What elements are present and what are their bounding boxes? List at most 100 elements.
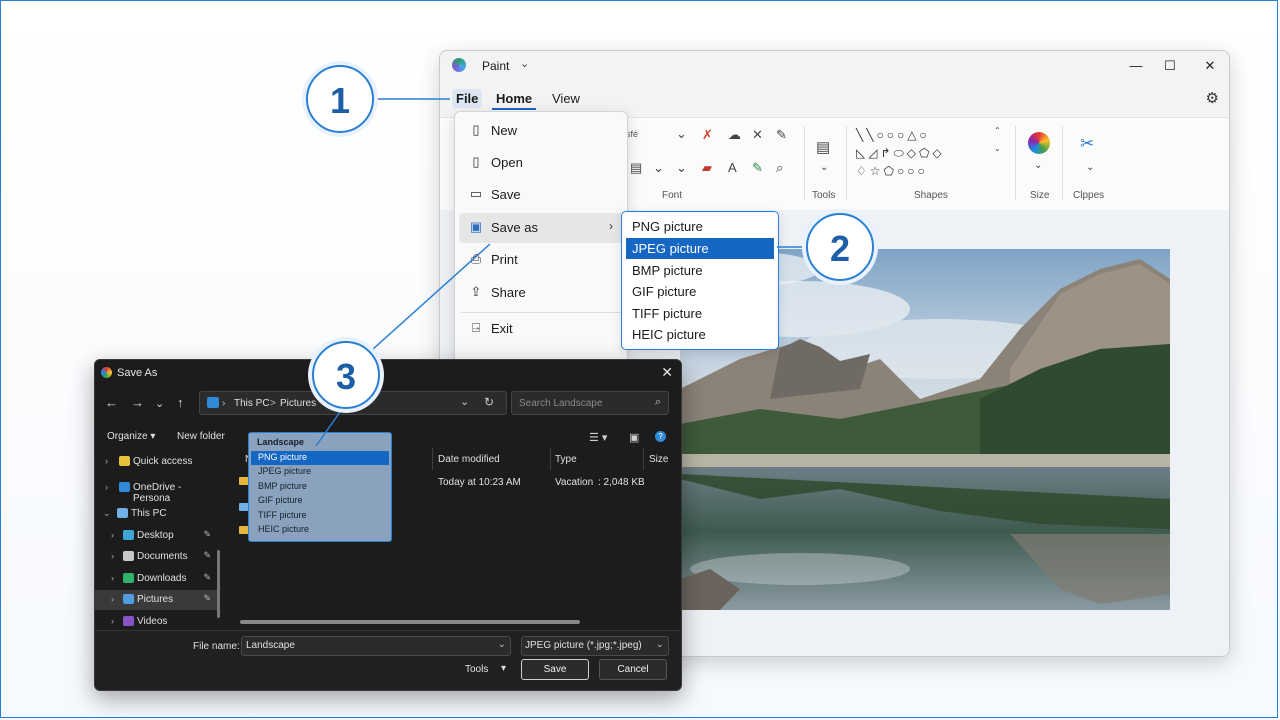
column-separator[interactable] [643, 448, 644, 470]
dropdown-heic[interactable]: HEIC picture [251, 523, 389, 537]
file-menu-open[interactable]: ▯ Open [459, 148, 623, 178]
tree-this-pc[interactable]: ⌄ This PC [95, 504, 219, 524]
address-chevron-down-icon[interactable]: ⌄ [460, 395, 469, 408]
color-picker-icon[interactable]: ✎ [752, 160, 763, 176]
file-type-select[interactable]: JPEG picture (*.jpg;*.jpeg) ⌄ [521, 636, 669, 656]
submenu-tiff[interactable]: TIFF picture [626, 303, 774, 324]
refresh-icon[interactable]: ↻ [484, 395, 494, 409]
clear-format-icon[interactable]: ✗ [702, 127, 713, 143]
search-input[interactable]: Search Landscape ⌕ [511, 391, 669, 415]
tools-chevron-down-icon[interactable]: ⌄ [820, 162, 828, 173]
minimize-icon[interactable]: — [1121, 55, 1151, 77]
close-icon[interactable]: ✕ [1195, 55, 1225, 77]
fill-icon[interactable]: ☁ [728, 127, 741, 143]
tree-quick-access[interactable]: › Quick access [95, 452, 219, 472]
text-icon[interactable]: A [728, 160, 737, 175]
menu-home[interactable]: Home [492, 89, 537, 110]
shapes-scroll-down-icon[interactable]: ⌄ [994, 144, 1001, 153]
pencil-icon[interactable]: ✎ [776, 127, 787, 143]
preview-pane-icon[interactable]: ▣ [629, 431, 639, 444]
shapes-gallery[interactable]: ╲╲○○○△○ ◺◿↱⬭◇⬠◇ ♢☆⬠○○○ [856, 126, 996, 180]
tree-desktop[interactable]: › Desktop ✎ [95, 526, 219, 546]
magnifier-icon[interactable]: ⌕ [776, 160, 783, 176]
tree-downloads[interactable]: › Downloads ✎ [95, 569, 219, 589]
chevron-right-icon[interactable]: › [105, 482, 108, 492]
menu-file[interactable]: File [452, 89, 483, 108]
tools-button[interactable]: Tools [465, 664, 488, 675]
chevron-right-icon[interactable]: › [111, 616, 114, 626]
dropdown-tiff[interactable]: TIFF picture [251, 509, 389, 523]
column-size[interactable]: Size [649, 454, 668, 465]
file-menu-save-as[interactable]: ▣ Save as › [459, 213, 623, 243]
submenu-png[interactable]: PNG picture [626, 216, 774, 237]
fill-bucket-icon[interactable]: ▰ [702, 160, 712, 176]
chevron-down-icon[interactable]: ⌄ [656, 639, 664, 650]
submenu-gif[interactable]: GIF picture [626, 281, 774, 302]
submenu-bmp[interactable]: BMP picture [626, 260, 774, 281]
clippings-chevron-down-icon[interactable]: ⌄ [1086, 162, 1094, 173]
pin-icon[interactable]: ✎ [203, 572, 211, 583]
file-name-input[interactable]: Landscape ⌄ [241, 636, 511, 656]
submenu-jpeg[interactable]: JPEG picture [626, 238, 774, 259]
dropdown-jpeg[interactable]: JPEG picture [251, 465, 389, 479]
text-box-icon[interactable]: ▤ [630, 160, 642, 176]
clipping-icon[interactable]: ✂ [1080, 134, 1094, 154]
tools-dropdown-icon[interactable]: ▾ [501, 663, 506, 674]
chevron-right-icon[interactable]: › [105, 456, 108, 466]
horizontal-scrollbar[interactable] [240, 620, 580, 624]
save-button[interactable]: Save [521, 659, 589, 680]
dropdown-png[interactable]: PNG picture [251, 451, 389, 465]
tree-pictures[interactable]: › Pictures ✎ [95, 590, 219, 610]
menu-view[interactable]: View [548, 89, 584, 108]
maximize-icon[interactable]: ☐ [1155, 55, 1185, 77]
file-name-label: File name: [193, 641, 240, 652]
chevron-down-icon[interactable]: ⌄ [498, 639, 506, 650]
forward-arrow-icon[interactable]: → [131, 395, 144, 410]
column-separator[interactable] [550, 448, 551, 470]
chevron-right-icon[interactable]: › [111, 594, 114, 604]
organize-button[interactable]: Organize ▾ [107, 431, 155, 442]
pin-icon[interactable]: ✎ [203, 529, 211, 540]
file-menu-exit[interactable]: ⍈ Exit [459, 314, 623, 344]
tree-documents[interactable]: › Documents ✎ [95, 547, 219, 567]
recent-chevron-down-icon[interactable]: ⌄ [155, 397, 164, 410]
chevron-right-icon[interactable]: › [111, 530, 114, 540]
file-menu-share[interactable]: ⇪ Share [459, 278, 623, 308]
shapes-scroll-up-icon[interactable]: ⌃ [994, 126, 1001, 135]
pin-icon[interactable]: ✎ [203, 550, 211, 561]
file-menu-new[interactable]: ▯ New [459, 116, 623, 146]
column-date-modified[interactable]: Date modified [438, 454, 500, 465]
cancel-button[interactable]: Cancel [599, 659, 667, 680]
tree-videos[interactable]: › Videos [95, 612, 219, 632]
tree-onedrive[interactable]: › OneDrive - Persona [95, 478, 219, 504]
dropdown-bmp[interactable]: BMP picture [251, 480, 389, 494]
up-arrow-icon[interactable]: ↑ [177, 395, 184, 410]
column-type[interactable]: Type [555, 454, 577, 465]
chevron-down-icon[interactable]: ⌄ [103, 508, 111, 519]
pin-icon[interactable]: ✎ [203, 593, 211, 604]
dropdown-gif[interactable]: GIF picture [251, 494, 389, 508]
view-options-icon[interactable]: ☰ ▾ [589, 431, 607, 444]
color-palette-icon[interactable] [1028, 132, 1050, 154]
font-dropdown-icon[interactable]: ⌄ [676, 126, 687, 142]
tools-icon[interactable]: ▤ [816, 138, 830, 156]
chevron-right-icon[interactable]: › [111, 551, 114, 561]
back-arrow-icon[interactable]: ← [105, 395, 118, 410]
tree-scrollbar[interactable] [217, 550, 220, 618]
chevron-right-icon[interactable]: › [111, 573, 114, 583]
style-dropdown-icon[interactable]: ⌄ [676, 160, 687, 176]
gear-icon[interactable]: ⚙ [1206, 89, 1219, 107]
column-separator[interactable] [432, 448, 433, 470]
close-icon[interactable]: ✕ [661, 364, 673, 381]
file-menu-print[interactable]: ⎙ Print [459, 245, 623, 275]
file-menu-save[interactable]: ▭ Save [459, 180, 623, 210]
address-pictures[interactable]: Pictures [280, 398, 316, 409]
size-chevron-down-icon[interactable]: ⌄ [1034, 160, 1042, 171]
title-chevron-down-icon[interactable]: ⌄ [520, 57, 529, 70]
address-this-pc[interactable]: This PC [234, 398, 270, 409]
erase-icon[interactable]: ✕ [752, 127, 763, 143]
help-icon[interactable]: ? [655, 431, 666, 442]
new-folder-button[interactable]: New folder [177, 431, 225, 442]
size-dropdown-icon[interactable]: ⌄ [653, 160, 664, 176]
submenu-heic[interactable]: HEIC picture [626, 324, 774, 345]
